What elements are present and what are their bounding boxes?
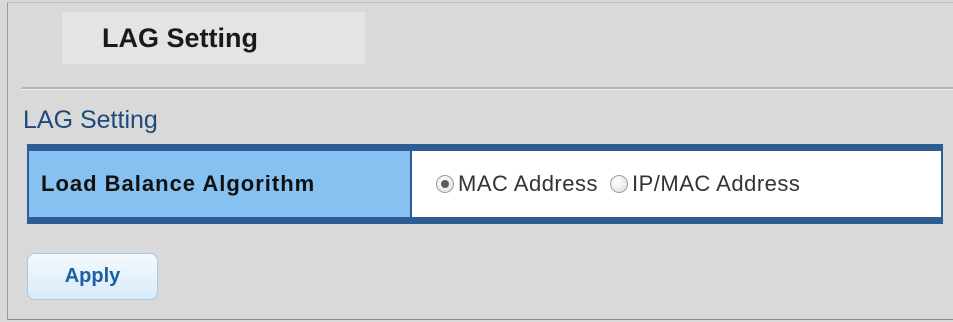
settings-table: Load Balance Algorithm MAC Address IP/MA… — [27, 144, 943, 224]
load-balance-label: Load Balance Algorithm — [41, 171, 316, 196]
mac-address-radio[interactable] — [436, 175, 454, 193]
page-tab-title-text: LAG Setting — [102, 22, 258, 53]
ip-mac-address-radio[interactable] — [610, 175, 628, 193]
option-mac-address[interactable]: MAC Address — [436, 171, 598, 197]
section-title: LAG Setting — [23, 106, 158, 134]
divider — [22, 87, 953, 90]
apply-button[interactable]: Apply — [27, 253, 158, 300]
option-ip-mac-address[interactable]: IP/MAC Address — [610, 171, 800, 197]
load-balance-label-cell: Load Balance Algorithm — [29, 151, 412, 217]
load-balance-options: MAC Address IP/MAC Address — [412, 151, 941, 217]
page-tab-title: LAG Setting — [62, 12, 365, 64]
ip-mac-address-label: IP/MAC Address — [632, 171, 801, 196]
mac-address-label: MAC Address — [458, 171, 598, 196]
